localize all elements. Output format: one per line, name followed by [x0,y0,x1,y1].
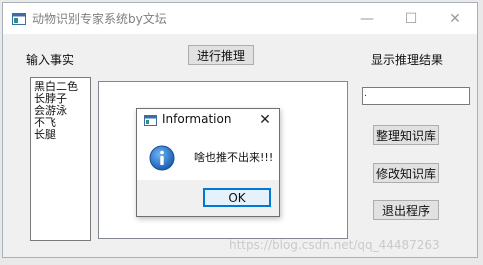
dialog-message: 啥也推不出来!!! [194,151,274,164]
app-icon [12,13,26,25]
dialog-title: Information [162,112,232,126]
info-icon [149,145,175,171]
organize-kb-button[interactable]: 整理知识库 [373,125,439,145]
main-window: 动物识别专家系统by文坛 — ☐ ✕ 输入事实 进行推理 显示推理结果 黑白二色… [2,2,478,258]
ok-button[interactable]: OK [203,188,271,207]
facts-input[interactable]: 黑白二色 长脖子 会游泳 不飞 长腿 [30,77,91,241]
dialog-app-icon [144,115,157,126]
information-dialog: Information ✕ 啥也推不出来!!! OK [136,108,280,217]
input-facts-label: 输入事实 [26,53,75,67]
close-button[interactable]: ✕ [433,3,477,34]
window-title: 动物识别专家系统by文坛 [32,12,167,26]
maximize-button[interactable]: ☐ [389,3,433,34]
minimize-button[interactable]: — [345,3,389,34]
title-bar: 动物识别专家系统by文坛 — ☐ ✕ [3,3,477,34]
watermark-text: https://blog.csdn.net/qq_44487263 [229,238,440,252]
infer-button[interactable]: 进行推理 [188,45,254,65]
dialog-title-bar: Information ✕ [137,109,279,131]
result-field[interactable]: . [362,87,470,105]
dialog-close-button[interactable]: ✕ [255,110,275,130]
modify-kb-button[interactable]: 修改知识库 [373,163,439,183]
result-label: 显示推理结果 [371,53,444,67]
fact-line: 长腿 [34,128,56,141]
dialog-footer: OK [137,180,279,216]
exit-button[interactable]: 退出程序 [373,200,439,220]
